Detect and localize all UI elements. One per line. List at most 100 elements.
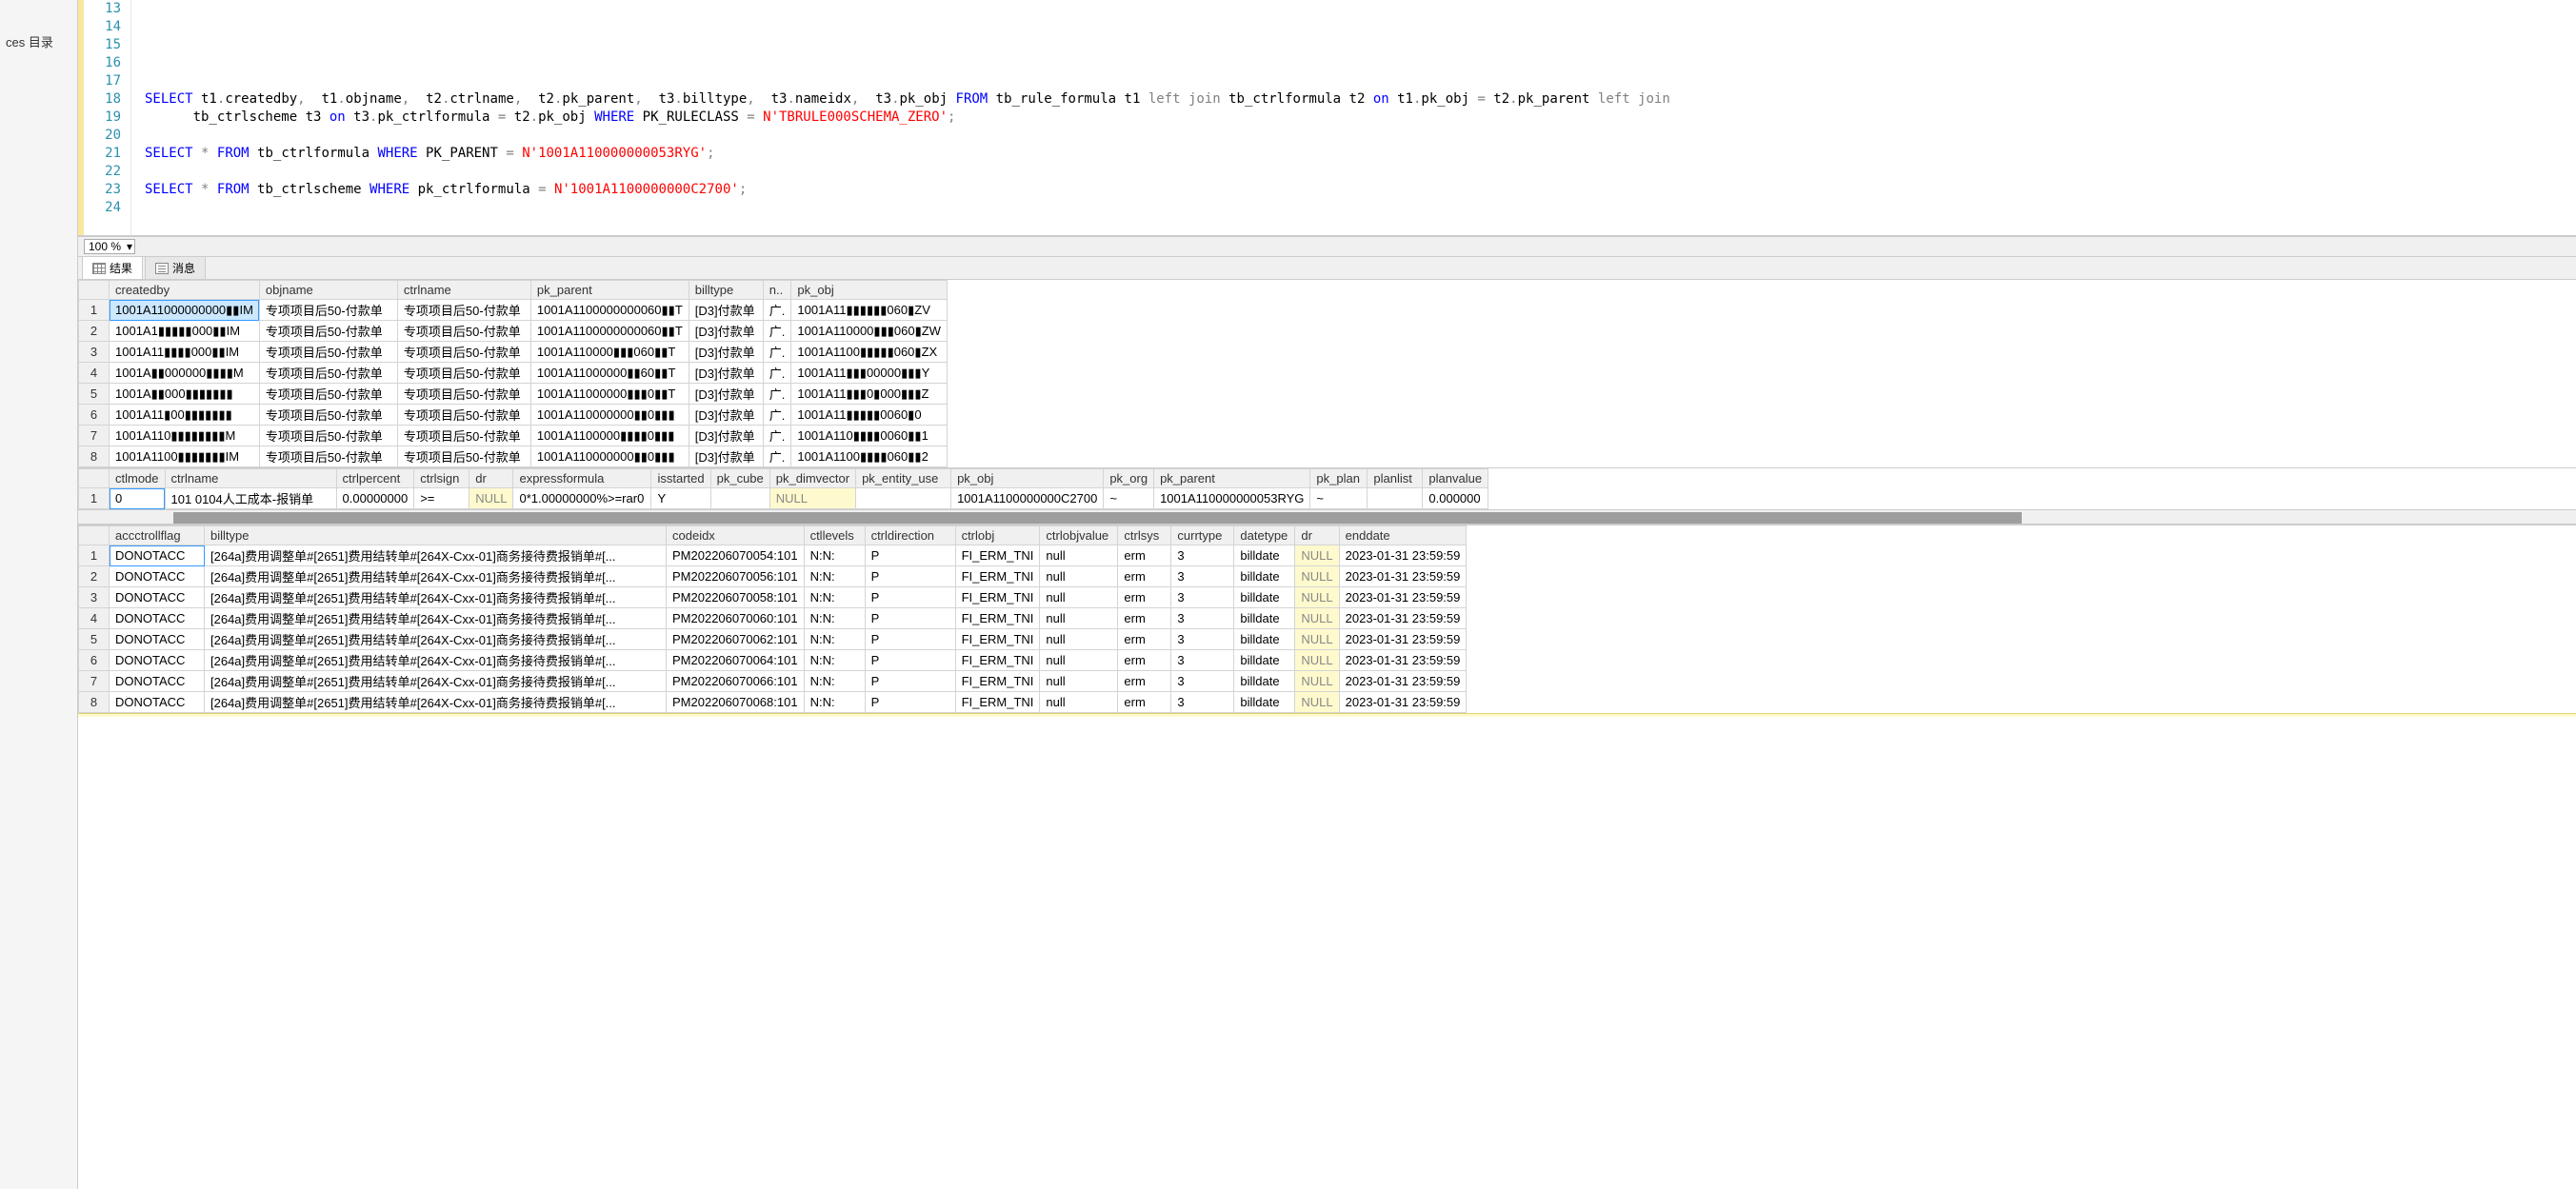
row-number[interactable]: 4 <box>79 363 110 384</box>
cell[interactable]: 101 0104人工成本-报销单 <box>165 488 336 509</box>
code-line[interactable] <box>145 127 2576 145</box>
cell[interactable]: NULL <box>1295 545 1339 566</box>
cell[interactable]: [264a]费用调整单#[2651]费用结转单#[264X-Cxx-01]商务接… <box>205 671 667 692</box>
cell[interactable]: NULL <box>1295 671 1339 692</box>
column-header[interactable]: objname <box>259 281 397 300</box>
cell[interactable]: DONOTACC <box>110 692 205 713</box>
cell[interactable]: erm <box>1118 650 1171 671</box>
cell[interactable]: FI_ERM_TNI <box>955 629 1040 650</box>
cell[interactable]: 2023-01-31 23:59:59 <box>1339 608 1467 629</box>
scrollbar-thumb[interactable] <box>173 512 2022 524</box>
column-header[interactable]: pk_org <box>1104 469 1154 488</box>
cell[interactable]: P <box>865 650 955 671</box>
cell[interactable]: 专项项目后50-付款单 <box>397 321 530 342</box>
cell[interactable]: [D3]付款单 <box>689 405 763 426</box>
cell[interactable]: [D3]付款单 <box>689 446 763 467</box>
column-header[interactable]: datetype <box>1234 526 1295 545</box>
table-row[interactable]: 7DONOTACC[264a]费用调整单#[2651]费用结转单#[264X-C… <box>79 671 1467 692</box>
cell[interactable]: N:N: <box>804 650 865 671</box>
zoom-select[interactable]: 100 % <box>84 239 135 254</box>
table-row[interactable]: 6DONOTACC[264a]费用调整单#[2651]费用结转单#[264X-C… <box>79 650 1467 671</box>
column-header[interactable]: dr <box>469 469 513 488</box>
cell[interactable]: 专项项目后50-付款单 <box>259 426 397 446</box>
cell[interactable]: ~ <box>1310 488 1368 509</box>
cell[interactable]: 广. <box>763 363 791 384</box>
cell[interactable]: 广. <box>763 384 791 405</box>
cell[interactable]: 专项项目后50-付款单 <box>259 321 397 342</box>
cell[interactable]: 1001A▮▮000▮▮▮▮▮▮▮ <box>110 384 260 405</box>
cell[interactable]: billdate <box>1234 692 1295 713</box>
column-header[interactable]: pk_parent <box>530 281 689 300</box>
table-row[interactable]: 4DONOTACC[264a]费用调整单#[2651]费用结转单#[264X-C… <box>79 608 1467 629</box>
cell[interactable]: NULL <box>1295 566 1339 587</box>
tab-results[interactable]: 结果 <box>82 256 143 279</box>
cell[interactable]: 1001A1100000000060▮▮T <box>530 300 689 321</box>
cell[interactable]: [264a]费用调整单#[2651]费用结转单#[264X-Cxx-01]商务接… <box>205 650 667 671</box>
cell[interactable]: 专项项目后50-付款单 <box>259 384 397 405</box>
result-grid-2-wrap[interactable]: ctlmodectrlnamectrlpercentctrlsigndrexpr… <box>78 468 2576 525</box>
cell[interactable]: FI_ERM_TNI <box>955 566 1040 587</box>
code-area[interactable]: SELECT t1.createdby, t1.objname, t2.ctrl… <box>131 0 2576 235</box>
cell[interactable]: 广. <box>763 321 791 342</box>
cell[interactable]: P <box>865 587 955 608</box>
cell[interactable]: [264a]费用调整单#[2651]费用结转单#[264X-Cxx-01]商务接… <box>205 587 667 608</box>
column-header[interactable]: isstarted <box>651 469 710 488</box>
cell[interactable]: 专项项目后50-付款单 <box>259 446 397 467</box>
cell[interactable]: 1001A110000000053RYG <box>1154 488 1310 509</box>
cell[interactable]: erm <box>1118 587 1171 608</box>
result-grid-3[interactable]: accctrollflagbilltypecodeidxctllevelsctr… <box>78 525 1467 713</box>
code-line[interactable] <box>145 72 2576 90</box>
cell[interactable]: billdate <box>1234 671 1295 692</box>
column-header[interactable]: ctrlpercent <box>336 469 414 488</box>
column-header[interactable]: ctrlsign <box>414 469 469 488</box>
table-row[interactable]: 2DONOTACC[264a]费用调整单#[2651]费用结转单#[264X-C… <box>79 566 1467 587</box>
cell[interactable]: 3 <box>1171 545 1234 566</box>
cell[interactable]: FI_ERM_TNI <box>955 587 1040 608</box>
cell[interactable]: [264a]费用调整单#[2651]费用结转单#[264X-Cxx-01]商务接… <box>205 566 667 587</box>
cell[interactable]: NULL <box>469 488 513 509</box>
cell[interactable]: erm <box>1118 671 1171 692</box>
table-row[interactable]: 71001A110▮▮▮▮▮▮▮▮M专项项目后50-付款单专项项目后50-付款单… <box>79 426 948 446</box>
cell[interactable]: 0.000000 <box>1423 488 1488 509</box>
cell[interactable]: billdate <box>1234 650 1295 671</box>
cell[interactable]: 1001A▮▮000000▮▮▮▮M <box>110 363 260 384</box>
column-header[interactable]: pk_obj <box>791 281 948 300</box>
row-number[interactable]: 5 <box>79 629 110 650</box>
cell[interactable]: [264a]费用调整单#[2651]费用结转单#[264X-Cxx-01]商务接… <box>205 545 667 566</box>
cell[interactable]: 广. <box>763 426 791 446</box>
cell[interactable]: 1001A1100000000C2700 <box>951 488 1104 509</box>
cell[interactable]: P <box>865 608 955 629</box>
cell[interactable]: 1001A11000000▮▮60▮▮T <box>530 363 689 384</box>
cell[interactable]: PM202206070060:101 <box>667 608 805 629</box>
cell[interactable]: PM202206070058:101 <box>667 587 805 608</box>
code-line[interactable] <box>145 18 2576 36</box>
row-number[interactable]: 1 <box>79 488 110 509</box>
cell[interactable]: erm <box>1118 566 1171 587</box>
cell[interactable]: billdate <box>1234 545 1295 566</box>
column-header[interactable]: planlist <box>1368 469 1423 488</box>
cell[interactable]: N:N: <box>804 671 865 692</box>
cell[interactable]: 广. <box>763 300 791 321</box>
cell[interactable]: null <box>1040 671 1118 692</box>
result-grid-1-wrap[interactable]: createdbyobjnamectrlnamepk_parentbilltyp… <box>78 280 2576 468</box>
cell[interactable]: 专项项目后50-付款单 <box>397 363 530 384</box>
column-header[interactable]: pk_dimvector <box>769 469 855 488</box>
column-header[interactable]: ctrlobj <box>955 526 1040 545</box>
cell[interactable]: DONOTACC <box>110 650 205 671</box>
cell[interactable]: NULL <box>769 488 855 509</box>
cell[interactable]: 2023-01-31 23:59:59 <box>1339 650 1467 671</box>
cell[interactable]: ~ <box>1104 488 1154 509</box>
row-header-corner[interactable] <box>79 526 110 545</box>
cell[interactable] <box>856 488 951 509</box>
cell[interactable]: >= <box>414 488 469 509</box>
table-row[interactable]: 3DONOTACC[264a]费用调整单#[2651]费用结转单#[264X-C… <box>79 587 1467 608</box>
cell[interactable]: PM202206070068:101 <box>667 692 805 713</box>
column-header[interactable]: ctrlsys <box>1118 526 1171 545</box>
cell[interactable]: [264a]费用调整单#[2651]费用结转单#[264X-Cxx-01]商务接… <box>205 692 667 713</box>
cell[interactable]: 3 <box>1171 587 1234 608</box>
cell[interactable]: FI_ERM_TNI <box>955 650 1040 671</box>
cell[interactable]: N:N: <box>804 566 865 587</box>
cell[interactable]: N:N: <box>804 587 865 608</box>
cell[interactable]: [D3]付款单 <box>689 342 763 363</box>
code-line[interactable] <box>145 54 2576 72</box>
